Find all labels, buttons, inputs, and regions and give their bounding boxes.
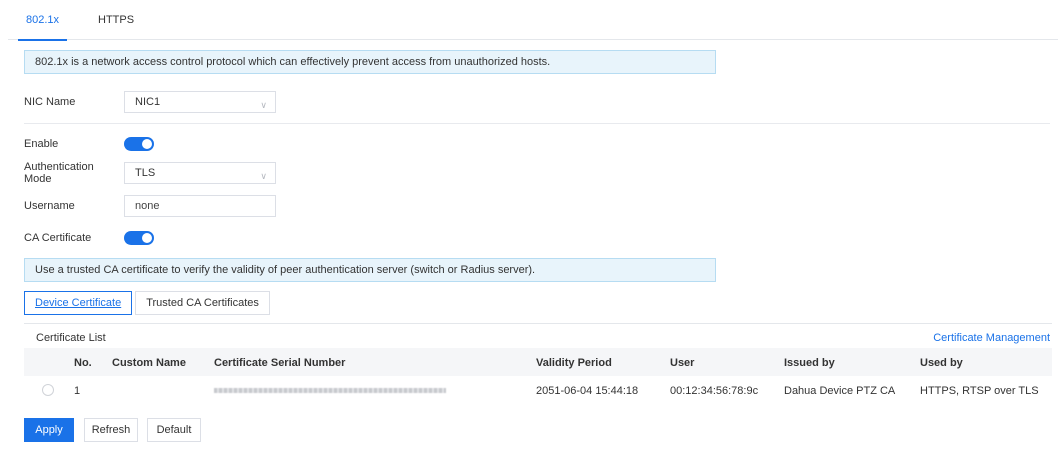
row-select-radio[interactable] xyxy=(42,384,54,396)
ca-certificate-toggle[interactable] xyxy=(124,231,154,245)
subtab-device-certificate[interactable]: Device Certificate xyxy=(24,291,133,315)
auth-mode-value: TLS xyxy=(135,167,156,179)
certificate-list-panel: Certificate List Certificate Management … xyxy=(24,323,1052,403)
column-header-used-by: Used by xyxy=(920,357,963,369)
toggle-knob xyxy=(142,139,152,149)
enable-row: Enable xyxy=(24,133,154,155)
cell-validity-period: 2051-06-04 15:44:18 xyxy=(536,385,639,397)
column-header-user: User xyxy=(670,357,695,369)
username-label: Username xyxy=(24,200,75,212)
ca-certificate-row: CA Certificate xyxy=(24,227,154,249)
cell-used-by: HTTPS, RTSP over TLS xyxy=(920,385,1039,397)
auth-mode-label: Authentication Mode xyxy=(24,161,94,185)
nic-name-row: NIC Name NIC1 ∨ xyxy=(24,91,276,113)
intro-info-banner: 802.1x is a network access control proto… xyxy=(24,50,716,74)
certificate-management-link[interactable]: Certificate Management xyxy=(933,332,1050,344)
cell-issued-by: Dahua Device PTZ CA xyxy=(784,385,896,397)
nic-name-select[interactable]: NIC1 ∨ xyxy=(124,91,276,113)
table-row[interactable]: 1 2051-06-04 15:44:18 00:12:34:56:78:9c … xyxy=(24,376,1052,404)
certificate-list-title: Certificate List xyxy=(36,332,106,344)
tab-8021x[interactable]: 802.1x xyxy=(17,14,68,41)
nic-name-value: NIC1 xyxy=(135,96,161,108)
column-header-validity-period: Validity Period xyxy=(536,357,612,369)
chevron-down-icon: ∨ xyxy=(260,100,267,110)
enable-toggle[interactable] xyxy=(124,137,154,151)
tab-https[interactable]: HTTPS xyxy=(98,14,134,40)
subtab-trusted-ca-certificates[interactable]: Trusted CA Certificates xyxy=(135,291,270,315)
column-header-no: No. xyxy=(74,357,92,369)
certificate-subtabs: Device Certificate Trusted CA Certificat… xyxy=(24,291,273,315)
username-input[interactable]: none xyxy=(124,195,276,217)
ca-info-banner: Use a trusted CA certificate to verify t… xyxy=(24,258,716,282)
enable-label: Enable xyxy=(24,138,59,150)
top-tab-bar: 802.1x HTTPS xyxy=(8,0,1058,41)
column-header-serial-number: Certificate Serial Number xyxy=(214,357,346,369)
column-header-custom-name: Custom Name xyxy=(112,357,186,369)
auth-mode-row: Authentication Mode TLS ∨ xyxy=(24,161,276,185)
section-divider xyxy=(24,123,1050,124)
cell-user: 00:12:34:56:78:9c xyxy=(670,385,759,397)
ca-certificate-label: CA Certificate xyxy=(24,232,92,244)
default-button[interactable]: Default xyxy=(147,418,201,442)
table-header: No. Custom Name Certificate Serial Numbe… xyxy=(24,348,1052,376)
column-header-issued-by: Issued by xyxy=(784,357,835,369)
refresh-button[interactable]: Refresh xyxy=(84,418,138,442)
apply-button[interactable]: Apply xyxy=(24,418,74,442)
auth-mode-select[interactable]: TLS ∨ xyxy=(124,162,276,184)
chevron-down-icon: ∨ xyxy=(260,171,267,181)
username-row: Username none xyxy=(24,195,276,217)
toggle-knob xyxy=(142,233,152,243)
cell-no: 1 xyxy=(74,385,81,397)
cell-serial-number-redacted xyxy=(214,388,446,393)
nic-name-label: NIC Name xyxy=(24,96,76,108)
